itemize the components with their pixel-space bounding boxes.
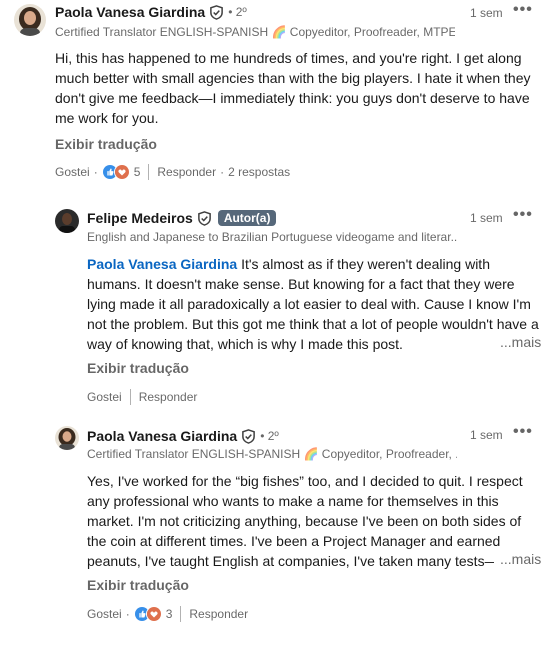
show-translation-button[interactable]: Exibir tradução: [55, 136, 157, 152]
comment-time: 1 sem: [470, 6, 503, 20]
author-name[interactable]: Paola Vanesa Giardina: [55, 4, 205, 20]
love-reaction-icon: [113, 164, 130, 180]
author-name[interactable]: Paola Vanesa Giardina: [87, 428, 237, 444]
comment-1-header: Paola Vanesa Giardina • 2º: [55, 4, 247, 20]
comment-text: Yes, I've worked for the “big fishes” to…: [87, 473, 523, 569]
author-name[interactable]: Felipe Medeiros: [87, 210, 193, 226]
comment-time: 1 sem: [470, 428, 503, 442]
show-translation-button[interactable]: Exibir tradução: [87, 360, 189, 376]
love-reaction-icon: [145, 606, 162, 622]
reactions-summary[interactable]: 3: [133, 606, 173, 622]
avatar-felipe-image: [55, 209, 79, 233]
author-badge: Autor(a): [217, 210, 277, 226]
avatar-paola[interactable]: [14, 4, 46, 36]
more-options-icon[interactable]: •••: [513, 424, 533, 442]
replies-count-link[interactable]: 2 respostas: [228, 165, 290, 179]
avatar-paola-image: [14, 4, 46, 36]
reply-button[interactable]: Responder: [139, 390, 198, 404]
avatar-paola-image: [55, 426, 79, 450]
connection-degree: • 2º: [260, 429, 279, 443]
action-separator-dot: ·: [93, 165, 98, 179]
reply-button[interactable]: Responder: [157, 165, 216, 179]
show-translation-button[interactable]: Exibir tradução: [87, 577, 189, 593]
connection-degree: • 2º: [228, 5, 247, 19]
reply-2-header: Paola Vanesa Giardina • 2º: [87, 428, 279, 444]
more-options-icon[interactable]: •••: [513, 2, 533, 20]
comment-actions: Gostei · 5 Responder · 2 respostas: [55, 164, 290, 180]
reply-actions: Gostei Responder: [87, 389, 197, 405]
like-button[interactable]: Gostei: [87, 607, 122, 621]
reply-actions: Gostei · 3 Responder: [87, 606, 248, 622]
comment-time: 1 sem: [470, 211, 503, 225]
verified-shield-icon: [241, 428, 256, 444]
reply-button[interactable]: Responder: [189, 607, 248, 621]
verified-shield-icon: [209, 4, 224, 20]
avatar-felipe[interactable]: [55, 209, 79, 233]
mention-link[interactable]: Paola Vanesa Giardina: [87, 256, 237, 272]
action-separator-dot: ·: [125, 607, 130, 621]
reactions-summary[interactable]: 5: [101, 164, 141, 180]
avatar-paola[interactable]: [55, 426, 79, 450]
author-headline: Certified Translator ENGLISH-SPANISH 🌈 C…: [55, 25, 455, 39]
comment-text: Hi, this has happened to me hundreds of …: [55, 50, 531, 126]
like-button[interactable]: Gostei: [55, 165, 90, 179]
action-separator-dot: ·: [220, 165, 225, 179]
more-options-icon[interactable]: •••: [513, 207, 533, 225]
reaction-count: 5: [133, 165, 141, 179]
like-button[interactable]: Gostei: [87, 390, 122, 404]
verified-shield-icon: [197, 210, 212, 226]
reply-1-header: Felipe Medeiros Autor(a): [87, 210, 277, 226]
author-headline: English and Japanese to Brazilian Portug…: [87, 230, 457, 244]
reaction-count: 3: [165, 607, 173, 621]
see-more-button[interactable]: ...mais: [494, 551, 542, 567]
see-more-button[interactable]: ...mais: [494, 334, 542, 350]
action-divider: [129, 389, 131, 405]
author-headline: Certified Translator ENGLISH-SPANISH 🌈 C…: [87, 447, 457, 461]
action-divider: [180, 606, 182, 622]
comment-text: Paola Vanesa Giardina It's almost as if …: [87, 254, 542, 354]
action-divider: [148, 164, 150, 180]
